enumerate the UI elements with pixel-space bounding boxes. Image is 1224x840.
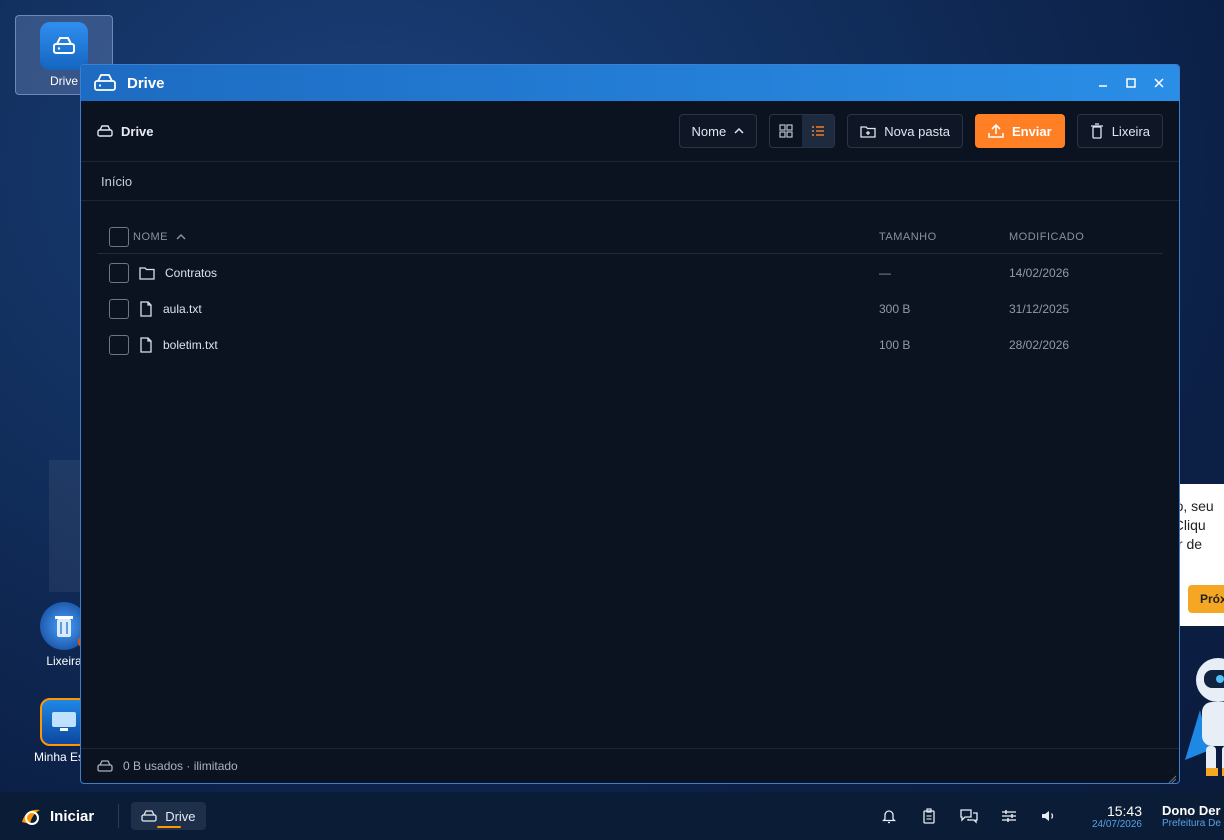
start-button[interactable]: Iniciar: [20, 806, 94, 826]
table-row[interactable]: Contratos — 14/02/2026: [97, 255, 1163, 291]
taskbar: Iniciar Drive 15:43 24/07/2026 Dono Der …: [0, 792, 1224, 840]
folder-icon: [139, 266, 155, 280]
file-name: aula.txt: [163, 302, 202, 316]
drive-window: Drive Drive Nome Nova pasta Enviar Lixei…: [80, 64, 1180, 784]
view-toggle: [769, 114, 836, 148]
table-header: NOME TAMANHO MODIFICADO: [97, 221, 1163, 254]
column-name-header[interactable]: NOME: [133, 231, 168, 243]
trash-label: Lixeira: [1111, 123, 1150, 139]
active-indicator: [157, 826, 182, 828]
column-modified-header[interactable]: MODIFICADO: [1009, 231, 1149, 243]
system-tray: [880, 792, 1058, 840]
upload-label: Enviar: [1011, 123, 1052, 139]
taskbar-item-drive[interactable]: Drive: [131, 802, 206, 830]
file-size: 300 B: [879, 302, 911, 316]
file-size: 100 B: [879, 338, 911, 352]
user-organization: Prefeitura De: [1162, 818, 1221, 829]
chevron-up-icon: [734, 127, 744, 135]
drive-icon: [40, 22, 88, 70]
chevron-up-icon: [176, 233, 186, 241]
select-all-checkbox[interactable]: [109, 227, 129, 247]
resize-handle-icon[interactable]: [1167, 771, 1177, 783]
robot-mascot-icon: [1180, 650, 1224, 780]
close-icon[interactable]: [1151, 75, 1167, 91]
file-icon: [139, 337, 153, 353]
file-icon: [139, 301, 153, 317]
maximize-icon[interactable]: [1123, 75, 1139, 91]
file-name: boletim.txt: [163, 338, 218, 352]
folder-plus-icon: [860, 124, 876, 138]
start-label: Iniciar: [50, 807, 95, 825]
window-title: Drive: [127, 74, 165, 92]
trash-icon: [1090, 123, 1104, 139]
file-name: Contratos: [165, 266, 218, 280]
row-checkbox[interactable]: [109, 299, 129, 319]
new-folder-button[interactable]: Nova pasta: [847, 114, 963, 148]
clock-date: 24/07/2026: [1091, 819, 1142, 830]
clock-time: 15:43: [1106, 803, 1142, 819]
clock[interactable]: 15:43 24/07/2026: [1080, 803, 1142, 830]
grid-view-icon[interactable]: [770, 115, 802, 147]
new-folder-label: Nova pasta: [884, 123, 950, 139]
upload-icon: [988, 124, 1004, 138]
clipboard-icon[interactable]: [920, 807, 938, 825]
user-info[interactable]: Dono Der Prefeitura De: [1162, 803, 1221, 829]
start-logo-icon: [20, 806, 42, 826]
minimize-icon[interactable]: [1095, 75, 1111, 91]
table-row[interactable]: aula.txt 300 B 31/12/2025: [97, 291, 1163, 327]
status-bar: 0 B usados · ilimitado: [81, 748, 1179, 783]
taskbar-item-label: Drive: [165, 808, 196, 824]
drive-toolbar: Drive Nome Nova pasta Enviar Lixeira: [81, 101, 1179, 162]
sort-button[interactable]: Nome: [678, 114, 758, 148]
column-size-header[interactable]: TAMANHO: [879, 231, 1009, 243]
breadcrumb: Início: [81, 162, 1179, 201]
bell-icon[interactable]: [880, 807, 898, 825]
drive-icon: [141, 809, 157, 823]
breadcrumb-home[interactable]: Início: [101, 174, 132, 189]
file-size: —: [879, 266, 891, 280]
upload-button[interactable]: Enviar: [974, 114, 1065, 148]
tour-next-button[interactable]: Próx: [1188, 585, 1224, 613]
drive-icon: [93, 73, 117, 93]
table-row[interactable]: boletim.txt 100 B 28/02/2026: [97, 327, 1163, 363]
file-modified: 31/12/2025: [1009, 302, 1070, 316]
sort-label: Nome: [691, 123, 727, 139]
row-checkbox[interactable]: [109, 335, 129, 355]
window-titlebar[interactable]: Drive: [81, 65, 1179, 101]
file-table: NOME TAMANHO MODIFICADO Contratos — 14/0…: [97, 221, 1163, 363]
row-checkbox[interactable]: [109, 263, 129, 283]
list-view-icon[interactable]: [802, 115, 835, 147]
taskbar-divider: [118, 804, 120, 828]
drive-icon: [97, 124, 113, 138]
sliders-icon[interactable]: [1000, 807, 1018, 825]
volume-icon[interactable]: [1040, 807, 1058, 825]
file-modified: 28/02/2026: [1009, 338, 1070, 352]
location-label: Drive: [97, 124, 154, 139]
storage-usage: 0 B usados · ilimitado: [123, 759, 238, 773]
user-name: Dono Der: [1162, 803, 1221, 818]
storage-icon: [97, 759, 113, 773]
chat-icon[interactable]: [960, 807, 978, 825]
file-modified: 14/02/2026: [1009, 266, 1070, 280]
trash-button[interactable]: Lixeira: [1076, 114, 1163, 148]
location-text: Drive: [121, 123, 154, 139]
